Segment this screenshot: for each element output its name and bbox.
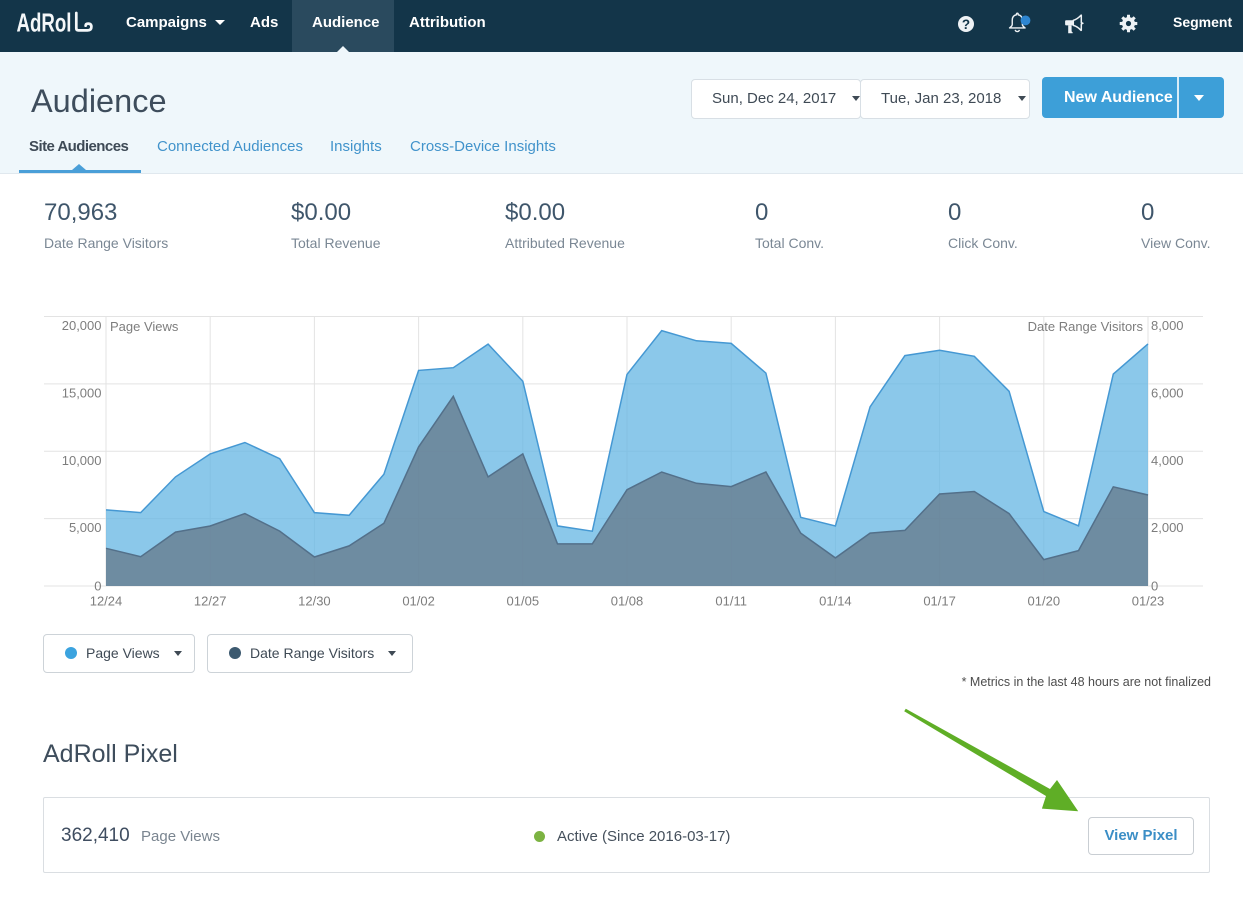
svg-text:4,000: 4,000 [1151,453,1184,468]
svg-text:5,000: 5,000 [69,520,102,535]
svg-text:12/24: 12/24 [90,594,123,609]
svg-text:Page Views: Page Views [110,319,179,334]
svg-text:15,000: 15,000 [62,385,102,400]
svg-text:01/08: 01/08 [611,594,644,609]
svg-text:Date Range Visitors: Date Range Visitors [1028,319,1144,334]
svg-text:10,000: 10,000 [62,453,102,468]
svg-text:01/02: 01/02 [402,594,435,609]
svg-text:20,000: 20,000 [62,318,102,333]
svg-text:01/17: 01/17 [923,594,956,609]
svg-text:01/11: 01/11 [715,594,747,609]
svg-text:12/30: 12/30 [298,594,331,609]
svg-text:12/27: 12/27 [194,594,227,609]
svg-text:0: 0 [94,579,101,594]
svg-text:8,000: 8,000 [1151,318,1184,333]
svg-text:2,000: 2,000 [1151,520,1184,535]
svg-text:01/05: 01/05 [507,594,540,609]
svg-text:01/14: 01/14 [819,594,852,609]
svg-text:6,000: 6,000 [1151,385,1184,400]
svg-text:01/23: 01/23 [1132,594,1165,609]
svg-text:0: 0 [1151,579,1158,594]
svg-text:01/20: 01/20 [1028,594,1061,609]
